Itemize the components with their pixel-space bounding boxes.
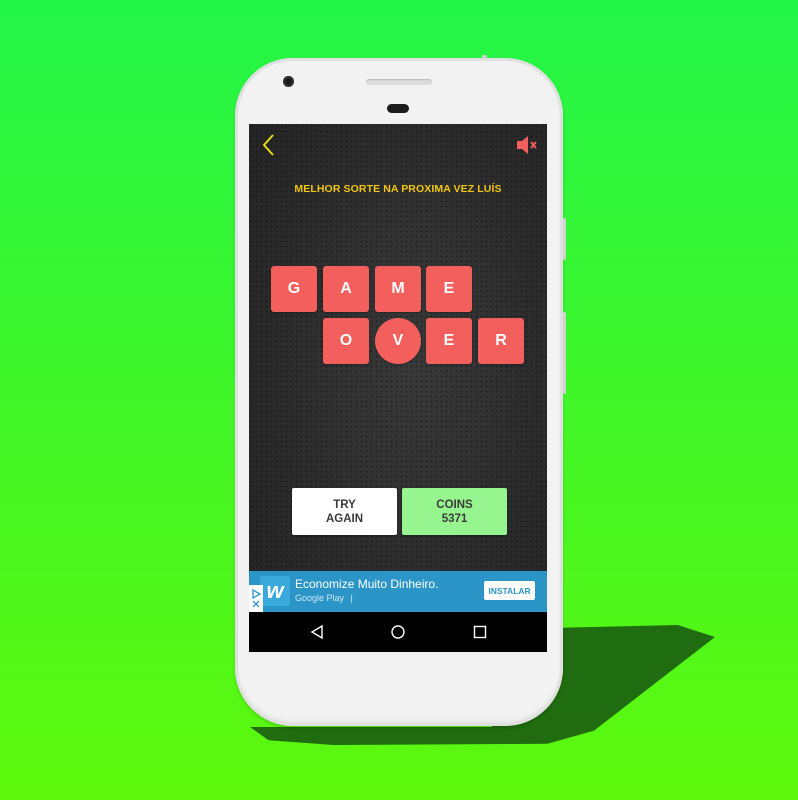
- ad-title: Economize Muito Dinheiro.: [295, 577, 439, 591]
- speaker-muted-icon: [517, 136, 537, 154]
- ad-separator: |: [350, 593, 353, 603]
- letter-tile: M: [375, 266, 421, 312]
- mute-button[interactable]: [515, 134, 541, 156]
- proximity-sensor: [387, 104, 409, 113]
- nav-back-icon[interactable]: [309, 624, 325, 640]
- volume-button: [563, 312, 566, 394]
- install-button[interactable]: INSTALAR: [484, 581, 535, 600]
- chevron-left-icon: [262, 134, 274, 156]
- try-again-button[interactable]: TRY AGAIN: [292, 488, 397, 535]
- letter-tile: R: [478, 318, 524, 364]
- try-again-label-line1: TRY: [333, 498, 356, 511]
- letter-tile: G: [271, 266, 317, 312]
- android-nav-bar: [249, 612, 547, 652]
- adchoices-icon: [252, 588, 261, 599]
- front-camera: [283, 76, 294, 87]
- letter-tile: A: [323, 266, 369, 312]
- try-again-label-line2: AGAIN: [325, 512, 364, 525]
- coins-value: 5371: [441, 512, 468, 525]
- app-screen: MELHOR SORTE NA PROXIMA VEZ LUÍS G A M E…: [249, 124, 547, 652]
- earpiece-speaker: [366, 79, 432, 85]
- ad-choices[interactable]: [249, 585, 263, 612]
- nav-home-icon[interactable]: [390, 624, 406, 640]
- coins-label: COINS: [436, 498, 473, 511]
- letter-tile: E: [426, 318, 472, 364]
- power-button: [563, 218, 566, 260]
- ad-app-logo: w: [260, 576, 290, 606]
- back-button[interactable]: [257, 132, 281, 158]
- ad-subtitle: Google Play |: [295, 593, 353, 603]
- result-message: MELHOR SORTE NA PROXIMA VEZ LUÍS: [294, 183, 502, 195]
- nav-recents-icon[interactable]: [472, 624, 488, 640]
- top-edge-button: [482, 55, 487, 59]
- letter-tile: E: [426, 266, 472, 312]
- ad-store-name: Google Play: [295, 593, 345, 603]
- ad-banner[interactable]: w Economize Muito Dinheiro. Google Play …: [249, 571, 547, 612]
- letter-tile-round: V: [375, 318, 421, 364]
- coins-button[interactable]: COINS 5371: [402, 488, 507, 535]
- close-icon: [252, 600, 260, 607]
- letter-tile: O: [323, 318, 369, 364]
